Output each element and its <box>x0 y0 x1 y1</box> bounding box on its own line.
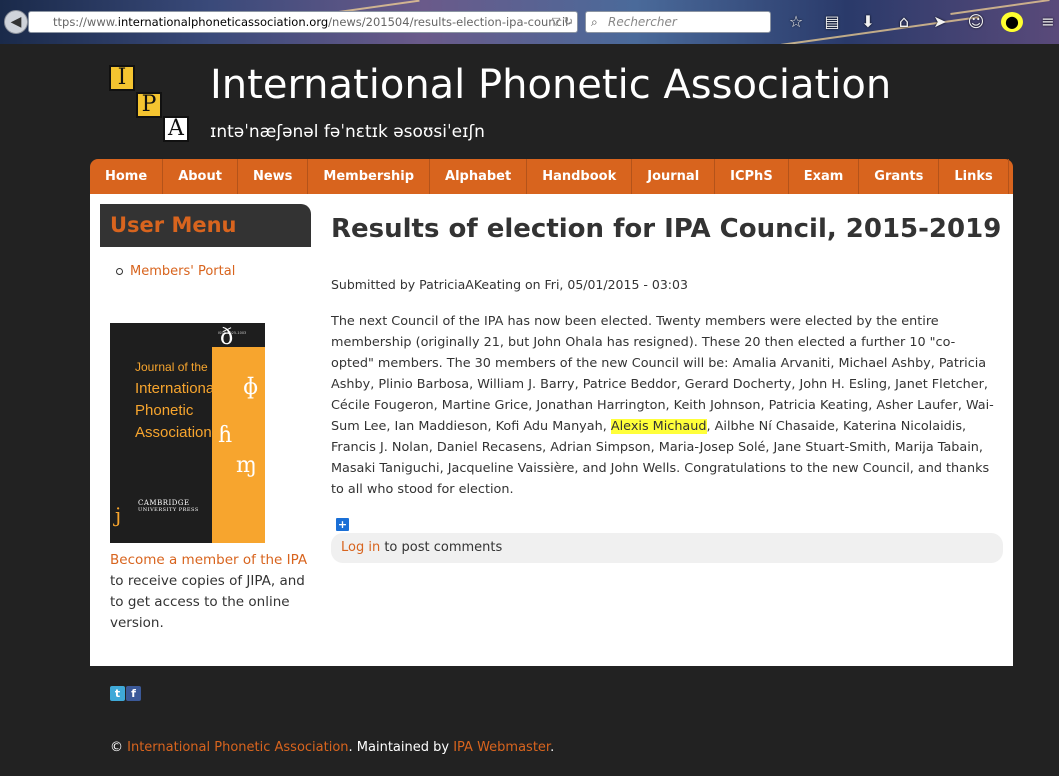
search-placeholder: Rechercher <box>608 15 677 29</box>
download-icon[interactable]: ⬇ <box>857 12 879 32</box>
nav-alphabet[interactable]: Alphabet <box>430 159 528 194</box>
cover-title-line: International <box>135 380 218 397</box>
footer-credits: © International Phonetic Association. Ma… <box>110 740 554 755</box>
logo-tile-i: I <box>109 65 135 91</box>
cover-publisher: CAMBRIDGE UNIVERSITY PRESS <box>138 499 199 513</box>
site-logo[interactable]: I P A <box>109 65 191 145</box>
comment-links: Log in to post comments <box>331 533 1003 563</box>
user-icon[interactable]: ● <box>1001 12 1023 32</box>
bullet-icon <box>116 268 123 275</box>
site-slogan: ɪntəˈnæʃənəl fəˈnɛtɪk əsoʊsiˈeɪʃn <box>210 122 485 142</box>
browser-toolbar: ◀ ttps://www.internationalphoneticassoci… <box>0 0 1059 44</box>
share-plus-icon[interactable]: + <box>336 518 349 531</box>
url-path: /news/201504/results-election-ipa-counci… <box>328 15 573 29</box>
nav-journal[interactable]: Journal <box>632 159 716 194</box>
star-icon[interactable]: ☆ <box>785 12 807 32</box>
nav-icphs[interactable]: ICPhS <box>715 159 789 194</box>
twitter-icon[interactable]: t <box>110 686 125 701</box>
search-icon: ⌕ <box>591 15 598 29</box>
nav-exam[interactable]: Exam <box>789 159 860 194</box>
nav-membership[interactable]: Membership <box>308 159 431 194</box>
cover-title-line: Journal of the <box>135 360 208 374</box>
footer-period: . <box>550 740 555 755</box>
social-links: t f <box>110 686 141 701</box>
search-input[interactable]: ⌕ Rechercher <box>585 11 771 33</box>
journal-cover-image[interactable]: Volume 45 Number 1 December 2015 ISSN 00… <box>110 323 265 543</box>
user-menu-list: Members' Portal <box>116 264 235 279</box>
login-suffix: to post comments <box>380 540 503 555</box>
submitted-info: Submitted by PatriciaAKeating on Fri, 05… <box>331 277 688 292</box>
reload-icon[interactable]: ▽ ↻ <box>552 12 573 32</box>
home-icon[interactable]: ⌂ <box>893 12 915 32</box>
cover-publisher-line: CAMBRIDGE <box>138 499 190 507</box>
footer-maintained: . Maintained by <box>348 740 454 755</box>
footer-org-link[interactable]: International Phonetic Association <box>127 740 348 755</box>
main-nav: Home About News Membership Alphabet Hand… <box>90 159 1013 194</box>
cover-title-line: Association <box>135 424 212 441</box>
nav-about[interactable]: About <box>163 159 238 194</box>
copyright-symbol: © <box>110 740 128 755</box>
site-title[interactable]: International Phonetic Association <box>210 62 891 108</box>
nav-home[interactable]: Home <box>90 159 164 194</box>
ipa-glyph-h-icon: ɦ <box>218 423 233 448</box>
arrow-left-icon: ◀ <box>10 14 22 30</box>
ipa-glyph-phi-icon: ɸ <box>243 375 259 400</box>
become-member-link[interactable]: Become a member of the IPA <box>110 552 307 568</box>
reading-list-icon[interactable]: ▤ <box>821 12 843 32</box>
logo-tile-a: A <box>163 116 189 142</box>
become-member-block: Become a member of the IPA to receive co… <box>110 550 310 634</box>
content-area: User Menu Members' Portal Volume 45 Numb… <box>90 194 1013 666</box>
become-member-text: to receive copies of JIPA, and to get ac… <box>110 573 305 631</box>
article-body: The next Council of the IPA has now been… <box>331 311 996 500</box>
user-menu-title: User Menu <box>100 204 311 247</box>
login-link[interactable]: Log in <box>341 540 380 555</box>
highlighted-name: Alexis Michaud <box>610 419 707 434</box>
url-prefix: ttps://www. <box>53 15 118 29</box>
cover-title-line: Phonetic <box>135 402 194 419</box>
send-icon[interactable]: ➤ <box>929 12 951 32</box>
logo-tile-p: P <box>136 92 162 118</box>
ipa-glyph-m-icon: ɱ <box>236 453 257 478</box>
ipa-glyph-eth-icon: ð <box>220 325 234 350</box>
page-title: Results of election for IPA Council, 201… <box>331 214 1002 244</box>
nav-handbook[interactable]: Handbook <box>527 159 633 194</box>
url-bar[interactable]: ttps://www.internationalphoneticassociat… <box>28 11 578 33</box>
back-button[interactable]: ◀ <box>4 10 28 34</box>
chat-icon[interactable]: ☺ <box>965 12 987 32</box>
nav-links[interactable]: Links <box>939 159 1009 194</box>
members-portal-link[interactable]: Members' Portal <box>130 264 235 279</box>
nav-grants[interactable]: Grants <box>859 159 940 194</box>
ipa-glyph-j-icon: j <box>115 503 122 527</box>
article-text: The next Council of the IPA has now been… <box>331 314 994 434</box>
cover-title: Journal of the International Phonetic As… <box>135 356 218 444</box>
nav-news[interactable]: News <box>238 159 309 194</box>
facebook-icon[interactable]: f <box>126 686 141 701</box>
url-domain: internationalphoneticassociation.org <box>117 15 329 29</box>
toolbar-icons: ☆ ▤ ⬇ ⌂ ➤ ☺ ● ≡ <box>785 12 1059 32</box>
cover-publisher-line: UNIVERSITY PRESS <box>138 507 199 513</box>
footer-webmaster-link[interactable]: IPA Webmaster <box>453 740 550 755</box>
menu-icon[interactable]: ≡ <box>1037 12 1059 32</box>
